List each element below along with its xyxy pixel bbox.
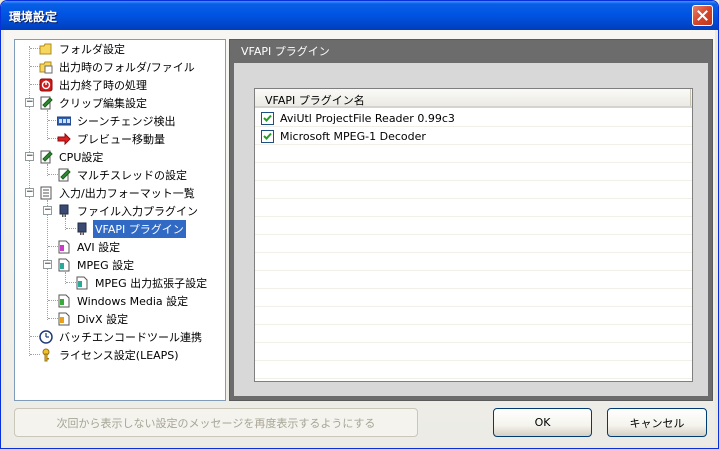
vfapi-plugin-panel: VFAPI プラグイン VFAPI プラグイン名 AviUtl ProjectF… [229, 39, 713, 401]
tree-item-label: バッチエンコードツール連携 [59, 331, 202, 344]
tree-item-label: DivX 設定 [77, 313, 129, 326]
thread-icon [57, 168, 71, 182]
tree-item-label: 入力/出力フォーマット一覧 [59, 187, 195, 200]
empty-row [255, 164, 692, 181]
empty-row [255, 308, 692, 325]
tree-item-label: MPEG 設定 [77, 259, 135, 272]
dialog-body: − − − − − フォルダ設定 出力時のフォルダ/ファイル 出力終了時の処理 … [4, 30, 715, 446]
tree-item-windows-media[interactable]: Windows Media 設定 [57, 292, 190, 310]
tree-item-label: ライセンス設定(LEAPS) [59, 349, 179, 362]
mpeg-doc-icon [75, 276, 89, 290]
empty-row [255, 254, 692, 271]
cancel-button[interactable]: キャンセル [607, 408, 707, 437]
folder-icon [39, 42, 53, 56]
power-icon [39, 78, 53, 92]
tree-item-label: プレビュー移動量 [77, 133, 165, 146]
tree-item-label: 出力終了時の処理 [59, 79, 147, 92]
tree-item-label: MPEG 出力拡張子設定 [95, 277, 208, 290]
list-icon [39, 186, 53, 200]
list-header: VFAPI プラグイン名 [255, 89, 692, 108]
tree-item-label: VFAPI プラグイン [92, 219, 187, 239]
tree-item-format-list[interactable]: 入力/出力フォーマット一覧 [39, 184, 197, 202]
empty-row [255, 182, 692, 199]
collapse-clip-edit[interactable]: − [25, 98, 34, 107]
tree-item-folder-settings[interactable]: フォルダ設定 [39, 40, 127, 58]
tree-item-multithread[interactable]: マルチスレッドの設定 [57, 166, 189, 184]
tree-item-clip-edit[interactable]: クリップ編集設定 [39, 94, 149, 112]
collapse-format-list[interactable]: − [25, 188, 34, 197]
empty-row [255, 218, 692, 235]
plugin-name: Microsoft MPEG-1 Decoder [280, 129, 426, 143]
arrow-icon [57, 132, 71, 146]
tree-item-mpeg[interactable]: MPEG 設定 [57, 256, 136, 274]
title-bar[interactable]: 環境設定 [1, 1, 718, 30]
panel-title: VFAPI プラグイン [241, 45, 330, 58]
window-title: 環境設定 [9, 10, 58, 24]
film-icon [56, 114, 72, 128]
plugin-icon [57, 204, 71, 218]
tree-item-avi[interactable]: AVI 設定 [57, 238, 122, 256]
empty-row [255, 236, 692, 253]
tree-item-preview-step[interactable]: プレビュー移動量 [57, 130, 167, 148]
collapse-file-input-plugin[interactable]: − [43, 206, 52, 215]
tree-item-cpu[interactable]: CPU設定 [39, 148, 105, 166]
tree-item-label: ファイル入力プラグイン [77, 205, 198, 218]
empty-row [255, 362, 692, 379]
tree-item-mpeg-extension[interactable]: MPEG 出力拡張子設定 [75, 274, 209, 292]
empty-row [255, 146, 692, 163]
plugin-checkbox[interactable] [261, 129, 274, 143]
plugin-icon [75, 222, 89, 236]
empty-row [255, 290, 692, 307]
tree-item-divx[interactable]: DivX 設定 [57, 310, 130, 328]
tree-item-label: シーンチェンジ検出 [77, 115, 176, 128]
tree-item-label: クリップ編集設定 [59, 97, 147, 110]
tree-item-batch-encode[interactable]: バッチエンコードツール連携 [39, 328, 204, 346]
column-header-plugin-name[interactable]: VFAPI プラグイン名 [255, 89, 691, 107]
tree-item-output-folder-file[interactable]: 出力時のフォルダ/ファイル [39, 58, 197, 76]
empty-row [255, 200, 692, 217]
collapse-cpu[interactable]: − [25, 152, 34, 161]
checkmark-icon [263, 132, 272, 140]
tree-item-file-input-plugin[interactable]: ファイル入力プラグイン [57, 202, 200, 220]
tree-item-label: フォルダ設定 [59, 43, 125, 56]
settings-window: 環境設定 − − − − − フォルダ設定 出力時のフォルダ/ファイル 出力終了… [0, 0, 719, 449]
plugin-list[interactable]: VFAPI プラグイン名 AviUtl ProjectFile Reader 0… [254, 88, 693, 382]
plugin-checkbox[interactable] [261, 111, 274, 125]
settings-tree[interactable]: − − − − − フォルダ設定 出力時のフォルダ/ファイル 出力終了時の処理 … [14, 39, 226, 401]
wmv-doc-icon [57, 294, 71, 308]
folder-file-icon [39, 60, 53, 74]
list-item[interactable]: Microsoft MPEG-1 Decoder [255, 128, 692, 145]
tree-item-scene-change[interactable]: シーンチェンジ検出 [56, 112, 177, 130]
empty-row [255, 344, 692, 361]
tree-line [47, 110, 48, 140]
empty-row [255, 326, 692, 343]
ok-button[interactable]: OK [493, 408, 592, 437]
tree-line [29, 46, 30, 356]
avi-doc-icon [57, 240, 71, 254]
empty-row [255, 272, 692, 289]
clip-edit-icon [39, 96, 53, 110]
mpeg-doc-icon [57, 258, 71, 272]
clock-icon [39, 330, 53, 344]
tree-item-license[interactable]: ライセンス設定(LEAPS) [39, 346, 181, 364]
reset-messages-button[interactable]: 次回から表示しない設定のメッセージを再度表示するようにする [14, 408, 418, 437]
list-item[interactable]: AviUtl ProjectFile Reader 0.99c3 [255, 110, 692, 127]
divx-doc-icon [57, 312, 71, 326]
close-button[interactable] [692, 5, 713, 26]
collapse-mpeg[interactable]: − [43, 260, 52, 269]
tree-item-label: CPU設定 [59, 151, 104, 164]
plugin-name: AviUtl ProjectFile Reader 0.99c3 [280, 111, 455, 125]
tree-item-vfapi-plugin[interactable]: VFAPI プラグイン [75, 219, 187, 239]
checkmark-icon [263, 114, 272, 122]
cpu-icon [39, 150, 53, 164]
close-icon [697, 10, 708, 21]
tree-item-post-output-action[interactable]: 出力終了時の処理 [39, 76, 149, 94]
tree-item-label: AVI 設定 [77, 241, 121, 254]
tree-item-label: マルチスレッドの設定 [77, 169, 187, 182]
key-icon [39, 348, 53, 362]
tree-item-label: 出力時のフォルダ/ファイル [59, 61, 195, 74]
panel-content: VFAPI プラグイン名 AviUtl ProjectFile Reader 0… [234, 63, 708, 396]
tree-item-label: Windows Media 設定 [77, 295, 189, 308]
